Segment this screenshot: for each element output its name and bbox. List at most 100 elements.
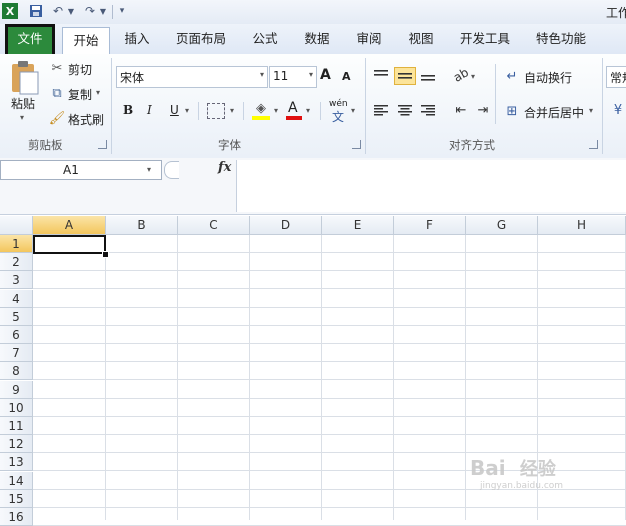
font-color-button[interactable]: A [288,100,298,116]
underline-dropdown-icon[interactable]: ▾ [185,106,189,115]
clipboard-launcher-icon[interactable] [98,140,107,149]
column-header-g[interactable]: G [466,216,538,235]
formula-input[interactable] [236,160,626,212]
column-header-b[interactable]: B [106,216,178,235]
tab-formulas[interactable]: 公式 [246,24,284,54]
alignment-launcher-icon[interactable] [589,140,598,149]
tab-data[interactable]: 数据 [298,24,336,54]
row-header-6[interactable]: 6 [0,326,33,344]
fill-handle[interactable] [102,251,109,258]
row-header-7[interactable]: 7 [0,344,33,363]
font-divider [320,102,321,120]
name-box[interactable]: A1 ▾ [0,160,162,180]
font-name-combo[interactable]: 宋体 ▾ [116,66,268,88]
column-header-c[interactable]: C [178,216,250,235]
active-cell-a1[interactable] [33,235,106,254]
tab-home[interactable]: 开始 [62,27,110,56]
paste-icon[interactable] [8,60,40,96]
merge-dropdown-icon[interactable]: ▾ [589,106,593,115]
formula-bar-grip[interactable] [164,161,179,179]
column-header-h[interactable]: H [538,216,626,235]
copy-dropdown-icon[interactable]: ▾ [96,88,100,97]
number-format-combo[interactable]: 常规 [606,66,626,88]
row-gridline [33,452,626,454]
align-middle-icon[interactable] [394,67,416,85]
paste-label[interactable]: 粘贴 [11,95,35,112]
undo-dropdown-icon[interactable]: ▼ [66,3,76,19]
row-header-4[interactable]: 4 [0,289,33,308]
row-header-8[interactable]: 8 [0,362,33,381]
decrease-indent-icon[interactable]: ⇤ [452,102,470,118]
font-launcher-icon[interactable] [352,140,361,149]
alignment-divider [495,64,496,124]
grow-font-button[interactable]: A [320,67,331,83]
align-center-icon[interactable] [396,102,414,118]
border-icon[interactable] [207,103,225,119]
font-size-dropdown-icon[interactable]: ▾ [309,70,313,79]
format-painter-button[interactable]: 格式刷 [68,111,104,128]
row-header-14[interactable]: 14 [0,471,33,490]
font-color-dropdown-icon[interactable]: ▾ [306,106,310,115]
redo-icon[interactable]: ↷ [82,3,98,19]
increase-indent-icon[interactable]: ⇥ [474,102,492,118]
undo-icon[interactable]: ↶ [50,3,66,19]
tab-file[interactable]: 文件 [8,27,52,55]
currency-icon[interactable]: ¥ [610,102,626,118]
tab-special[interactable]: 特色功能 [530,24,592,54]
row-header-13[interactable]: 13 [0,453,33,472]
row-header-11[interactable]: 11 [0,417,33,435]
excel-logo-icon[interactable]: X [2,3,18,19]
font-size-value: 11 [273,69,289,83]
wrap-text-icon: ↵ [506,68,518,84]
row-header-2[interactable]: 2 [0,253,33,272]
cut-button[interactable]: 剪切 [68,61,92,78]
column-header-f[interactable]: F [394,216,466,235]
column-header-e[interactable]: E [322,216,394,235]
column-gridline [321,235,322,520]
tab-view[interactable]: 视图 [402,24,440,54]
column-header-d[interactable]: D [250,216,322,235]
tab-review[interactable]: 审阅 [350,24,388,54]
redo-dropdown-icon[interactable]: ▼ [98,3,108,19]
column-gridline [393,235,394,520]
font-name-dropdown-icon[interactable]: ▾ [260,70,264,79]
fill-color-dropdown-icon[interactable]: ▾ [274,106,278,115]
row-header-16[interactable]: 16 [0,508,33,526]
row-header-1[interactable]: 1 [0,235,33,253]
watermark-line3: jingyan.baidu.com [480,481,564,491]
copy-button[interactable]: 复制 [68,86,92,103]
select-all-corner[interactable] [0,216,33,235]
orientation-dropdown-icon[interactable]: ▾ [471,72,475,81]
phonetic-dropdown-icon[interactable]: ▾ [351,106,355,115]
row-header-9[interactable]: 9 [0,380,33,399]
row-gridline [33,434,626,435]
row-header-3[interactable]: 3 [0,271,33,290]
align-right-icon[interactable] [419,102,437,118]
tab-page-layout[interactable]: 页面布局 [170,24,232,54]
row-header-15[interactable]: 15 [0,489,33,508]
merge-center-button[interactable]: 合并后居中 [524,104,584,121]
name-box-dropdown-icon[interactable]: ▾ [147,161,151,179]
align-left-icon[interactable] [372,102,390,118]
shrink-font-button[interactable]: A [342,70,351,83]
fill-color-icon[interactable]: ◈ [252,101,270,116]
underline-button[interactable]: U [170,103,179,117]
border-dropdown-icon[interactable]: ▾ [230,106,234,115]
row-header-10[interactable]: 10 [0,398,33,417]
paste-dropdown-icon[interactable]: ▾ [20,113,24,122]
font-size-combo[interactable]: 11 ▾ [269,66,317,88]
column-header-a[interactable]: A [33,216,106,235]
row-header-5[interactable]: 5 [0,307,33,326]
save-icon[interactable] [28,3,44,19]
wrap-text-button[interactable]: 自动换行 [524,69,572,86]
bold-button[interactable]: B [123,103,133,117]
row-header-12[interactable]: 12 [0,435,33,454]
phonetic-button-char: 文 [332,110,345,124]
align-bottom-icon[interactable] [419,67,437,83]
italic-button[interactable]: I [147,103,152,117]
tab-developer[interactable]: 开发工具 [454,24,516,54]
customize-qat-icon[interactable]: ▾ [116,3,128,19]
align-top-icon[interactable] [372,67,390,83]
insert-function-button[interactable]: fx [218,160,231,175]
tab-insert[interactable]: 插入 [118,24,156,54]
